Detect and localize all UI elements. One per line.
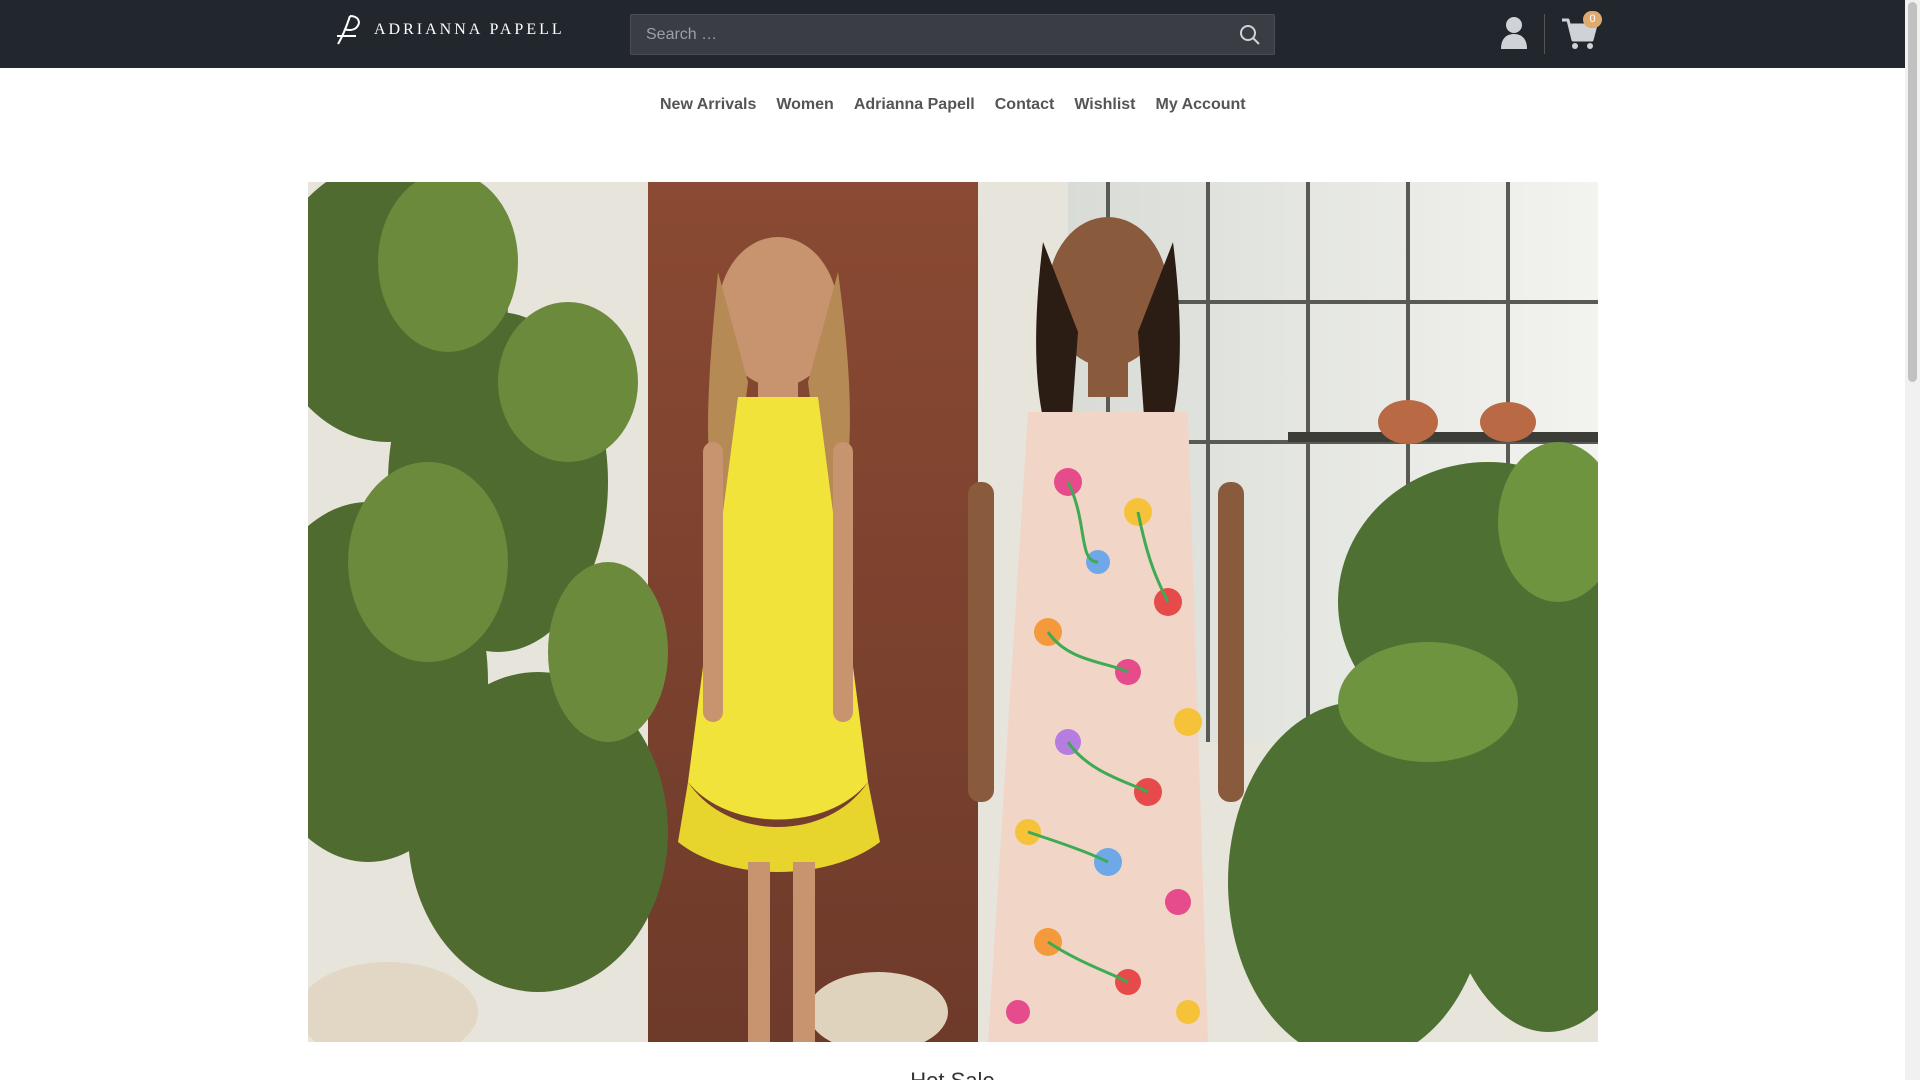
brand-logo[interactable]: ADRIANNA PAPELL [334,14,565,46]
logo-wordmark: ADRIANNA PAPELL [374,21,565,38]
nav-item-contact[interactable]: Contact [985,94,1065,116]
scrollbar-thumb[interactable] [1908,2,1917,382]
logo-monogram-icon [337,15,360,45]
nav-item-women[interactable]: Women [766,94,843,116]
account-button[interactable] [1499,16,1529,50]
nav-item-wishlist[interactable]: Wishlist [1064,94,1145,116]
header-divider [1544,14,1545,54]
search-input[interactable] [631,15,1211,54]
site-header: ADRIANNA PAPELL 0 [0,0,1905,68]
search-button[interactable] [1238,23,1262,47]
search-box [630,14,1275,55]
section-title: Hot Sale [0,1068,1905,1080]
nav-item-new-arrivals[interactable]: New Arrivals [650,94,766,116]
user-icon [1501,17,1527,49]
nav-item-my-account[interactable]: My Account [1146,94,1256,116]
nav-item-adrianna-papell[interactable]: Adrianna Papell [844,94,985,116]
hero-photo [308,182,1598,1042]
hero-banner-image[interactable] [308,182,1598,1042]
cart-count-badge: 0 [1583,11,1602,28]
search-icon [1240,25,1260,45]
main-navigation: New Arrivals Women Adrianna Papell Conta… [0,68,1905,142]
